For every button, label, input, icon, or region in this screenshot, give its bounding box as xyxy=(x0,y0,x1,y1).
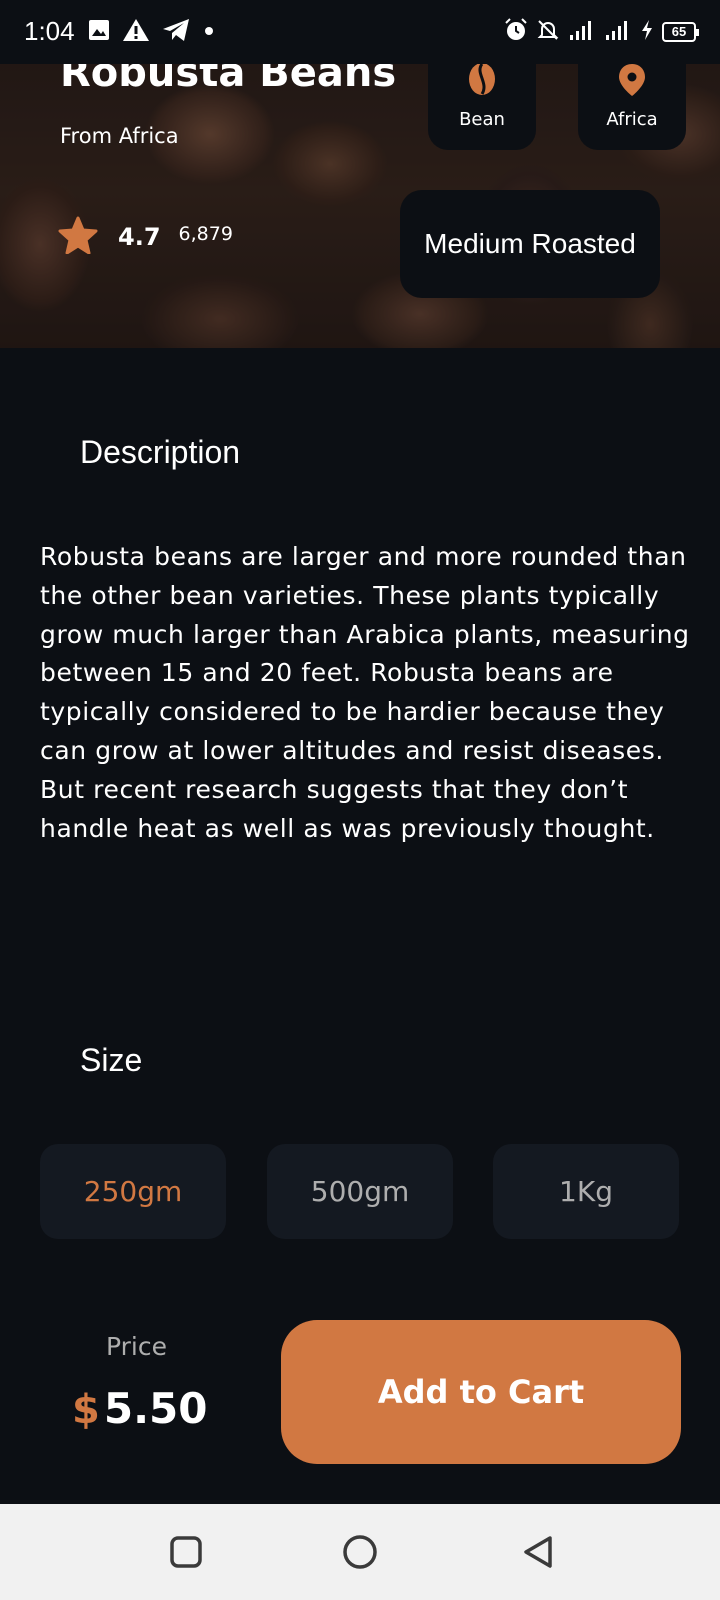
hero-image: Robusta Beans From Africa Bean Africa 4.… xyxy=(0,64,720,348)
navigation-bar xyxy=(0,1504,720,1600)
description-text[interactable]: Robusta beans are larger and more rounde… xyxy=(40,538,690,848)
rating-count: 6,879 xyxy=(178,223,233,245)
size-option-250gm[interactable]: 250gm xyxy=(40,1144,226,1239)
size-option-500gm[interactable]: 500gm xyxy=(267,1144,453,1239)
status-left-icons xyxy=(88,18,216,46)
size-option-1kg[interactable]: 1Kg xyxy=(493,1144,679,1239)
add-to-cart-button[interactable]: Add to Cart xyxy=(281,1320,681,1464)
origin-chip-label: Africa xyxy=(606,109,658,130)
description-heading: Description xyxy=(80,434,241,470)
roast-level-badge: Medium Roasted xyxy=(400,190,660,298)
image-icon xyxy=(88,19,110,45)
price: $ 5.50 xyxy=(72,1384,207,1433)
bean-chip-label: Bean xyxy=(459,109,505,130)
dot-icon xyxy=(202,23,216,42)
signal-icon xyxy=(604,19,632,45)
product-title: Robusta Beans xyxy=(60,64,397,96)
rating: 4.7 6,879 xyxy=(58,216,233,258)
back-icon[interactable] xyxy=(520,1534,556,1574)
status-right-icons: 65 xyxy=(504,18,699,46)
home-icon[interactable] xyxy=(342,1534,378,1574)
mute-icon xyxy=(536,18,560,46)
price-label: Price xyxy=(106,1332,167,1361)
warning-icon xyxy=(122,18,150,46)
star-icon xyxy=(58,216,98,258)
bean-icon xyxy=(467,64,497,101)
status-bar: 1:04 65 xyxy=(0,0,720,64)
price-value: 5.50 xyxy=(103,1384,208,1433)
recent-apps-icon[interactable] xyxy=(168,1534,204,1574)
alarm-icon xyxy=(504,18,528,46)
battery-icon: 65 xyxy=(662,22,699,42)
bean-chip: Bean xyxy=(428,64,536,150)
telegram-icon xyxy=(162,18,190,46)
origin-chip: Africa xyxy=(578,64,686,150)
product-origin: From Africa xyxy=(60,124,179,148)
signal-icon xyxy=(568,19,596,45)
charging-icon xyxy=(640,19,654,45)
price-currency: $ xyxy=(72,1387,100,1433)
location-pin-icon xyxy=(618,64,646,101)
rating-value: 4.7 xyxy=(118,223,161,251)
status-time: 1:04 xyxy=(24,16,75,46)
size-heading: Size xyxy=(80,1042,143,1078)
